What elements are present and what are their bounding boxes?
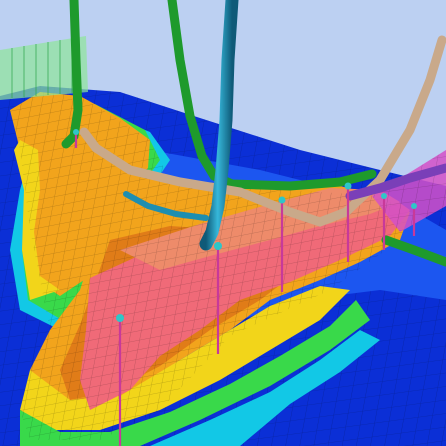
reservoir-3d-viewport[interactable] (0, 0, 446, 446)
reservoir-scene[interactable] (0, 0, 446, 446)
